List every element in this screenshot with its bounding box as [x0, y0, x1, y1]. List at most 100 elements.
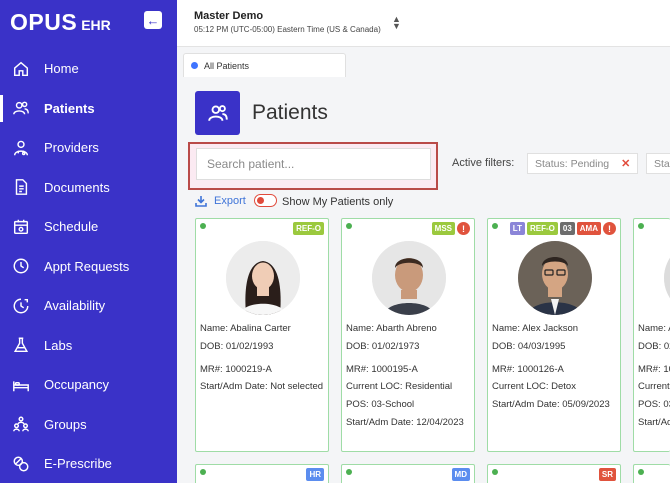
sidebar-item-appt-requests[interactable]: Appt Requests	[0, 247, 177, 287]
patient-dob: DOB: 02	[638, 341, 670, 352]
patient-card[interactable]: SR	[487, 464, 621, 483]
home-icon	[12, 60, 30, 78]
sidebar-item-label: Home	[44, 61, 79, 77]
tab-bar: All Patients	[177, 48, 670, 77]
clock-icon	[12, 257, 30, 275]
patient-pos: POS: 03	[638, 399, 670, 410]
sidebar-item-availability[interactable]: Availability	[0, 286, 177, 326]
export-button[interactable]: Export	[195, 195, 246, 207]
toggle-knob	[257, 196, 264, 204]
sidebar-item-patients[interactable]: Patients	[0, 89, 177, 129]
filter-chip-label: Status: Pending	[535, 157, 610, 170]
active-filters-label: Active filters:	[452, 157, 515, 169]
org-switcher-icon[interactable]: ▲ ▼	[392, 15, 401, 31]
my-patients-label: Show My Patients only	[282, 196, 394, 208]
tab-all-patients[interactable]: All Patients	[183, 53, 346, 77]
sidebar-item-home[interactable]: Home	[0, 49, 177, 89]
status-dot-icon	[492, 469, 498, 475]
patient-name: Name: Alex Jackson	[492, 323, 579, 334]
badge-group: LT REF-O 03 AMA !	[509, 222, 616, 235]
patient-card[interactable]: MSS ! Name: Abarth Abreno DOB: 01/02/197…	[341, 218, 475, 452]
calendar-icon	[12, 218, 30, 236]
provider-icon	[12, 139, 30, 157]
status-dot-icon	[200, 469, 206, 475]
flask-icon	[12, 336, 30, 354]
collapse-sidebar-button[interactable]: ←	[144, 11, 162, 29]
patient-card[interactable]	[633, 464, 670, 483]
patient-card[interactable]: HR	[195, 464, 329, 483]
sidebar-nav: Home Patients Providers Documents Schedu…	[0, 49, 177, 483]
alert-icon[interactable]: !	[457, 222, 470, 235]
avatar	[226, 241, 300, 315]
badge-ref-o: REF-O	[293, 222, 324, 235]
pills-icon	[12, 455, 30, 473]
patient-card[interactable]: MD	[341, 464, 475, 483]
patient-mr: MR#: 10	[638, 364, 670, 375]
sidebar-item-label: Patients	[44, 100, 95, 116]
badge-hr: HR	[306, 468, 324, 481]
badge-ama: AMA	[576, 222, 601, 235]
badge-ref-o: REF-O	[526, 222, 558, 235]
sidebar-item-occupancy[interactable]: Occupancy	[0, 365, 177, 405]
sidebar-item-providers[interactable]: Providers	[0, 128, 177, 168]
sidebar-item-label: E-Prescribe	[44, 456, 112, 472]
patient-start-date: Start/Adm Date: 05/09/2023	[492, 399, 610, 410]
org-name[interactable]: Master Demo	[194, 10, 263, 22]
badge-mss: MSS	[431, 222, 455, 235]
status-dot-icon	[346, 223, 352, 229]
avatar	[518, 241, 592, 315]
filter-chip-status-2[interactable]: Stat	[646, 153, 670, 174]
status-dot-icon	[200, 223, 206, 229]
badge-group: MSS !	[431, 222, 470, 235]
status-dot-icon	[638, 223, 644, 229]
status-dot-icon	[638, 469, 644, 475]
patient-start-date: Start/Adm Date: Not selected	[200, 381, 324, 392]
avatar	[664, 241, 670, 315]
sidebar-item-labs[interactable]: Labs	[0, 326, 177, 366]
sidebar-item-groups[interactable]: Groups	[0, 405, 177, 445]
badge-sr: SR	[598, 468, 616, 481]
badge-03: 03	[559, 222, 575, 235]
export-label: Export	[214, 195, 246, 207]
patient-dob: DOB: 01/02/1973	[346, 341, 420, 352]
badge-group: REF-O	[293, 222, 324, 235]
remove-filter-icon[interactable]: ✕	[621, 157, 630, 170]
sidebar-item-label: Availability	[44, 298, 106, 314]
patient-card[interactable]: LT REF-O 03 AMA ! Name: Alex Jackson DOB…	[487, 218, 621, 452]
patient-current-loc: Current LOC: Residential	[346, 381, 453, 392]
sidebar-item-label: Documents	[44, 179, 110, 195]
patient-mr: MR#: 1000126-A	[492, 364, 564, 375]
sidebar-item-documents[interactable]: Documents	[0, 168, 177, 208]
patient-start-date: Start/Adm Date: 12/04/2023	[346, 417, 464, 428]
badge-group: SR	[598, 468, 616, 481]
sidebar-item-label: Labs	[44, 337, 73, 353]
app-logo[interactable]: OPUS EHR	[10, 9, 111, 35]
sidebar-item-label: Groups	[44, 416, 87, 432]
patient-card[interactable]: Name: A DOB: 02 MR#: 10 Current POS: 03 …	[633, 218, 670, 452]
filter-chip-status[interactable]: Status: Pending ✕	[527, 153, 638, 174]
search-input[interactable]	[196, 148, 431, 180]
logo-sub: EHR	[81, 17, 111, 33]
availability-icon	[12, 297, 30, 315]
my-patients-toggle[interactable]	[254, 194, 277, 207]
patient-card[interactable]: REF-O Name: Abalina Carter DOB: 01/02/19…	[195, 218, 329, 452]
status-dot-icon	[492, 223, 498, 229]
sidebar: OPUS EHR ← Home Patients Providers Docum…	[0, 0, 177, 483]
badge-md: MD	[451, 468, 470, 481]
patient-mr: MR#: 1000195-A	[346, 364, 418, 375]
sidebar-item-e-prescribe[interactable]: E-Prescribe	[0, 444, 177, 483]
sidebar-item-label: Appt Requests	[44, 258, 130, 274]
sidebar-item-label: Occupancy	[44, 377, 110, 393]
alert-icon[interactable]: !	[603, 222, 616, 235]
badge-lt: LT	[509, 222, 525, 235]
patient-dob: DOB: 01/02/1993	[200, 341, 274, 352]
patient-pos: POS: 03-School	[346, 399, 415, 410]
patient-current-loc: Current LOC: Detox	[492, 381, 576, 392]
sidebar-item-schedule[interactable]: Schedule	[0, 207, 177, 247]
groups-icon	[12, 415, 30, 433]
patient-name: Name: A	[638, 323, 670, 334]
logo-main: OPUS	[10, 9, 78, 35]
status-dot-icon	[346, 469, 352, 475]
patient-current-loc: Current	[638, 381, 670, 392]
top-header: Master Demo 05:12 PM (UTC-05:00) Eastern…	[177, 0, 670, 47]
